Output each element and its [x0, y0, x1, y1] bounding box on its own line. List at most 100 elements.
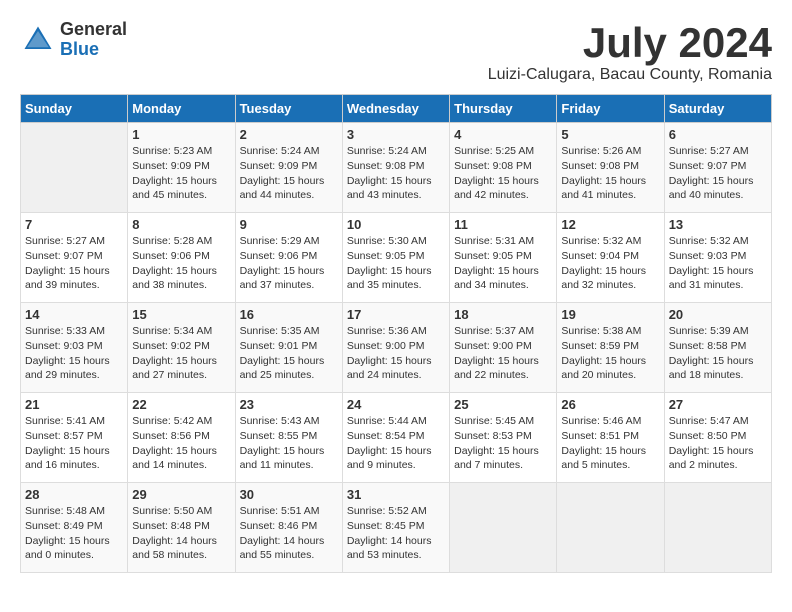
- day-number: 14: [25, 307, 123, 322]
- day-info: Sunrise: 5:27 AM Sunset: 9:07 PM Dayligh…: [25, 234, 123, 293]
- day-info: Sunrise: 5:32 AM Sunset: 9:04 PM Dayligh…: [561, 234, 659, 293]
- day-cell: 7 Sunrise: 5:27 AM Sunset: 9:07 PM Daylig…: [21, 213, 128, 303]
- day-info: Sunrise: 5:33 AM Sunset: 9:03 PM Dayligh…: [25, 324, 123, 383]
- day-info: Sunrise: 5:50 AM Sunset: 8:48 PM Dayligh…: [132, 504, 230, 563]
- day-info: Sunrise: 5:52 AM Sunset: 8:45 PM Dayligh…: [347, 504, 445, 563]
- day-info: Sunrise: 5:44 AM Sunset: 8:54 PM Dayligh…: [347, 414, 445, 473]
- day-info: Sunrise: 5:24 AM Sunset: 9:08 PM Dayligh…: [347, 144, 445, 203]
- day-number: 28: [25, 487, 123, 502]
- day-info: Sunrise: 5:41 AM Sunset: 8:57 PM Dayligh…: [25, 414, 123, 473]
- day-cell: 9Sunrise: 5:29 AM Sunset: 9:06 PM Daylig…: [235, 213, 342, 303]
- day-cell: 2 Sunrise: 5:24 AM Sunset: 9:09 PM Daylig…: [235, 123, 342, 213]
- week-row-0: 1 Sunrise: 5:23 AM Sunset: 9:09 PM Daylig…: [21, 123, 772, 213]
- day-number: 25: [454, 397, 552, 412]
- day-number: 29: [132, 487, 230, 502]
- week-row-1: 7 Sunrise: 5:27 AM Sunset: 9:07 PM Daylig…: [21, 213, 772, 303]
- week-row-2: 14 Sunrise: 5:33 AM Sunset: 9:03 PM Dayli…: [21, 303, 772, 393]
- day-info: Sunrise: 5:42 AM Sunset: 8:56 PM Dayligh…: [132, 414, 230, 473]
- day-cell: 23 Sunrise: 5:43 AM Sunset: 8:55 PM Dayli…: [235, 393, 342, 483]
- day-info: Sunrise: 5:46 AM Sunset: 8:51 PM Dayligh…: [561, 414, 659, 473]
- day-cell: 21 Sunrise: 5:41 AM Sunset: 8:57 PM Dayli…: [21, 393, 128, 483]
- subtitle: Luizi-Calugara, Bacau County, Romania: [488, 66, 772, 84]
- day-cell: 1 Sunrise: 5:23 AM Sunset: 9:09 PM Daylig…: [128, 123, 235, 213]
- day-info: Sunrise: 5:47 AM Sunset: 8:50 PM Dayligh…: [669, 414, 767, 473]
- day-cell: 20 Sunrise: 5:39 AM Sunset: 8:58 PM Dayli…: [664, 303, 771, 393]
- page-header: General Blue July 2024 Luizi-Calugara, B…: [20, 20, 772, 84]
- day-cell: 24Sunrise: 5:44 AM Sunset: 8:54 PM Dayli…: [342, 393, 449, 483]
- header-cell-sunday: Sunday: [21, 95, 128, 123]
- day-cell: 8Sunrise: 5:28 AM Sunset: 9:06 PM Daylig…: [128, 213, 235, 303]
- header-cell-friday: Friday: [557, 95, 664, 123]
- day-number: 19: [561, 307, 659, 322]
- day-info: Sunrise: 5:26 AM Sunset: 9:08 PM Dayligh…: [561, 144, 659, 203]
- header-cell-monday: Monday: [128, 95, 235, 123]
- day-number: 21: [25, 397, 123, 412]
- day-cell: [21, 123, 128, 213]
- day-info: Sunrise: 5:45 AM Sunset: 8:53 PM Dayligh…: [454, 414, 552, 473]
- day-info: Sunrise: 5:23 AM Sunset: 9:09 PM Dayligh…: [132, 144, 230, 203]
- day-info: Sunrise: 5:28 AM Sunset: 9:06 PM Dayligh…: [132, 234, 230, 293]
- day-cell: 3 Sunrise: 5:24 AM Sunset: 9:08 PM Daylig…: [342, 123, 449, 213]
- day-cell: 13 Sunrise: 5:32 AM Sunset: 9:03 PM Dayli…: [664, 213, 771, 303]
- day-cell: [450, 483, 557, 573]
- day-number: 18: [454, 307, 552, 322]
- day-number: 2: [240, 127, 338, 142]
- header-cell-wednesday: Wednesday: [342, 95, 449, 123]
- calendar-table: SundayMondayTuesdayWednesdayThursdayFrid…: [20, 94, 772, 573]
- day-number: 5: [561, 127, 659, 142]
- day-info: Sunrise: 5:37 AM Sunset: 9:00 PM Dayligh…: [454, 324, 552, 383]
- day-number: 17: [347, 307, 445, 322]
- day-info: Sunrise: 5:30 AM Sunset: 9:05 PM Dayligh…: [347, 234, 445, 293]
- day-cell: 12 Sunrise: 5:32 AM Sunset: 9:04 PM Dayli…: [557, 213, 664, 303]
- day-number: 30: [240, 487, 338, 502]
- day-info: Sunrise: 5:32 AM Sunset: 9:03 PM Dayligh…: [669, 234, 767, 293]
- day-info: Sunrise: 5:39 AM Sunset: 8:58 PM Dayligh…: [669, 324, 767, 383]
- header-cell-saturday: Saturday: [664, 95, 771, 123]
- day-info: Sunrise: 5:43 AM Sunset: 8:55 PM Dayligh…: [240, 414, 338, 473]
- day-number: 26: [561, 397, 659, 412]
- day-number: 6: [669, 127, 767, 142]
- calendar-body: 1 Sunrise: 5:23 AM Sunset: 9:09 PM Daylig…: [21, 123, 772, 573]
- day-number: 1: [132, 127, 230, 142]
- day-cell: 28 Sunrise: 5:48 AM Sunset: 8:49 PM Dayli…: [21, 483, 128, 573]
- day-cell: 18 Sunrise: 5:37 AM Sunset: 9:00 PM Dayli…: [450, 303, 557, 393]
- day-cell: [557, 483, 664, 573]
- day-number: 16: [240, 307, 338, 322]
- day-info: Sunrise: 5:34 AM Sunset: 9:02 PM Dayligh…: [132, 324, 230, 383]
- main-title: July 2024: [488, 20, 772, 66]
- day-cell: 27 Sunrise: 5:47 AM Sunset: 8:50 PM Dayli…: [664, 393, 771, 483]
- day-info: Sunrise: 5:31 AM Sunset: 9:05 PM Dayligh…: [454, 234, 552, 293]
- day-number: 7: [25, 217, 123, 232]
- logo-general: General: [60, 20, 127, 40]
- logo: General Blue: [20, 20, 127, 60]
- day-number: 12: [561, 217, 659, 232]
- day-cell: 11 Sunrise: 5:31 AM Sunset: 9:05 PM Dayli…: [450, 213, 557, 303]
- day-cell: 22 Sunrise: 5:42 AM Sunset: 8:56 PM Dayli…: [128, 393, 235, 483]
- day-cell: 15 Sunrise: 5:34 AM Sunset: 9:02 PM Dayli…: [128, 303, 235, 393]
- day-info: Sunrise: 5:51 AM Sunset: 8:46 PM Dayligh…: [240, 504, 338, 563]
- week-row-3: 21 Sunrise: 5:41 AM Sunset: 8:57 PM Dayli…: [21, 393, 772, 483]
- day-info: Sunrise: 5:25 AM Sunset: 9:08 PM Dayligh…: [454, 144, 552, 203]
- day-number: 10: [347, 217, 445, 232]
- day-number: 15: [132, 307, 230, 322]
- day-number: 3: [347, 127, 445, 142]
- day-cell: 16Sunrise: 5:35 AM Sunset: 9:01 PM Dayli…: [235, 303, 342, 393]
- day-number: 13: [669, 217, 767, 232]
- day-cell: 25 Sunrise: 5:45 AM Sunset: 8:53 PM Dayli…: [450, 393, 557, 483]
- day-cell: 17Sunrise: 5:36 AM Sunset: 9:00 PM Dayli…: [342, 303, 449, 393]
- day-cell: 26 Sunrise: 5:46 AM Sunset: 8:51 PM Dayli…: [557, 393, 664, 483]
- week-row-4: 28 Sunrise: 5:48 AM Sunset: 8:49 PM Dayli…: [21, 483, 772, 573]
- day-number: 23: [240, 397, 338, 412]
- day-info: Sunrise: 5:24 AM Sunset: 9:09 PM Dayligh…: [240, 144, 338, 203]
- day-number: 20: [669, 307, 767, 322]
- day-number: 22: [132, 397, 230, 412]
- day-cell: [664, 483, 771, 573]
- day-number: 11: [454, 217, 552, 232]
- day-info: Sunrise: 5:48 AM Sunset: 8:49 PM Dayligh…: [25, 504, 123, 563]
- day-info: Sunrise: 5:38 AM Sunset: 8:59 PM Dayligh…: [561, 324, 659, 383]
- day-cell: 5 Sunrise: 5:26 AM Sunset: 9:08 PM Daylig…: [557, 123, 664, 213]
- day-number: 31: [347, 487, 445, 502]
- day-info: Sunrise: 5:27 AM Sunset: 9:07 PM Dayligh…: [669, 144, 767, 203]
- day-info: Sunrise: 5:29 AM Sunset: 9:06 PM Dayligh…: [240, 234, 338, 293]
- day-number: 27: [669, 397, 767, 412]
